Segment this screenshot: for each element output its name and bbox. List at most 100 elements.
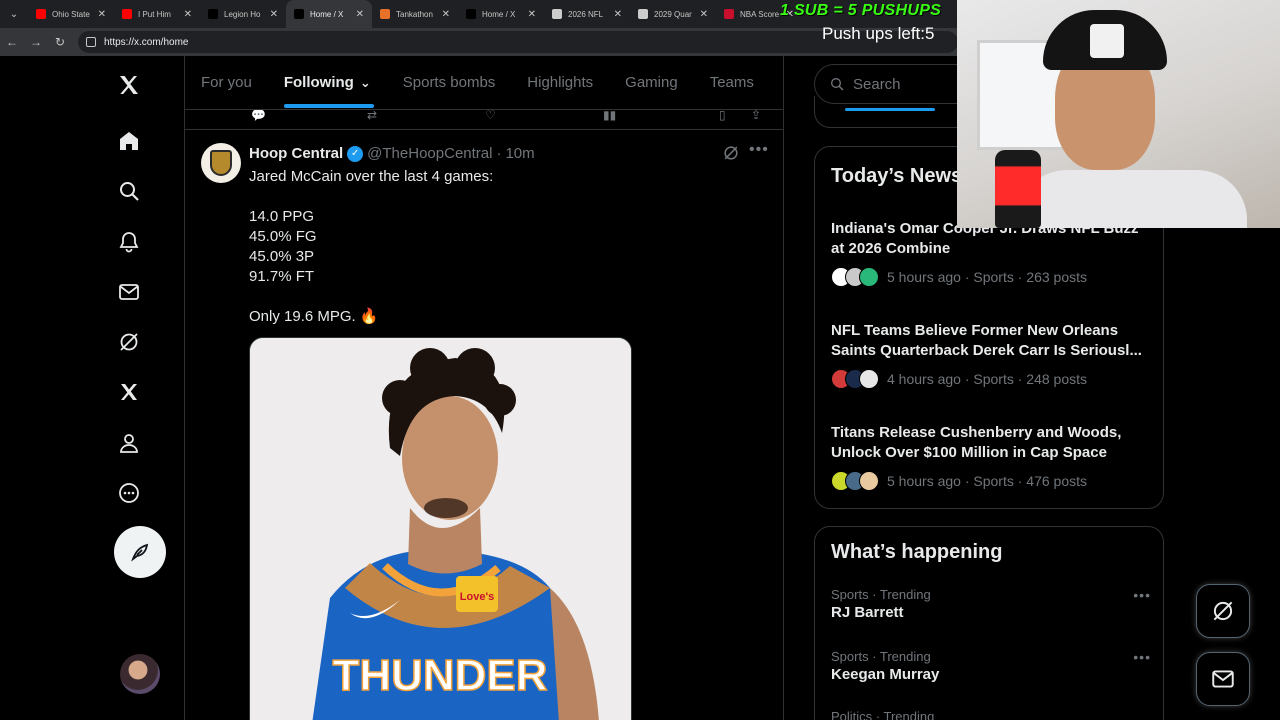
forward-icon[interactable]: →: [24, 35, 48, 49]
post-compose-button[interactable]: [114, 526, 166, 578]
tab-gaming[interactable]: Gaming: [609, 56, 694, 110]
tweet-line: 14.0 PPG: [249, 208, 315, 225]
tab-close-icon[interactable]: ✕: [614, 9, 622, 20]
browser-tab[interactable]: Legion Ho ✕: [200, 0, 286, 28]
notifications-icon[interactable]: [114, 227, 144, 257]
separator-dot: ·: [496, 145, 502, 162]
tab-title: NBA Score: [740, 9, 780, 19]
news-item[interactable]: Titans Release Cushenberry and Woods, Un…: [831, 423, 1151, 491]
tweet-line: Jared McCain over the last 4 games:: [249, 168, 494, 185]
browser-tab[interactable]: Home / X ✕: [458, 0, 544, 28]
post-time[interactable]: 10m: [505, 145, 534, 162]
browser-tab[interactable]: 2026 NFL ✕: [544, 0, 630, 28]
divider: [783, 56, 784, 720]
tab-title: Home / X: [482, 9, 516, 19]
tab-favicon-icon: [380, 9, 390, 19]
reload-icon[interactable]: ↻: [48, 35, 72, 49]
tab-following[interactable]: Following ⌄: [268, 56, 387, 110]
bookmark-icon[interactable]: ▯: [719, 108, 726, 122]
tab-title: 2029 Quar: [654, 9, 692, 19]
profile-icon[interactable]: [114, 428, 144, 458]
tab-close-icon[interactable]: ✕: [528, 9, 536, 20]
avatar: [859, 369, 879, 389]
site-info-icon[interactable]: [86, 37, 96, 47]
tab-close-icon[interactable]: ✕: [356, 9, 364, 20]
main-feed: 💬 ⇄ ♡ ▮▮ ▯ ⇪ For you Following ⌄ Sports …: [185, 56, 783, 720]
whats-happening-card: What’s happening Sports · Trending RJ Ba…: [814, 526, 1164, 720]
tweet-line: [249, 287, 749, 307]
trend-item[interactable]: Sports · Trending Keegan Murray •••: [831, 649, 1151, 683]
card-title: What’s happening: [831, 541, 1003, 563]
browser-tab[interactable]: I Put Him ✕: [114, 0, 200, 28]
tab-favicon-icon: [638, 9, 648, 19]
grok-floating-button[interactable]: [1196, 584, 1250, 638]
browser-tab[interactable]: Tankathon ✕: [372, 0, 458, 28]
reply-icon[interactable]: 💬: [251, 108, 266, 122]
subscribe-button-edge[interactable]: [845, 108, 935, 111]
trend-item[interactable]: Politics · Trending: [831, 709, 1151, 720]
avatar: [859, 267, 879, 287]
tab-highlights[interactable]: Highlights: [511, 56, 609, 110]
news-item[interactable]: NFL Teams Believe Former New Orleans Sai…: [831, 321, 1151, 389]
tweet-line: Only 19.6 MPG. 🔥: [249, 308, 379, 325]
pushup-counter: Push ups left:5: [822, 24, 935, 43]
browser-tab[interactable]: 2029 Quar ✕: [630, 0, 716, 28]
browser-tab[interactable]: Home / X ✕: [286, 0, 372, 28]
jersey-text: THUNDER: [332, 651, 547, 700]
home-icon[interactable]: [114, 126, 144, 156]
author-avatar[interactable]: [201, 143, 241, 183]
share-icon[interactable]: ⇪: [751, 108, 761, 122]
tab-search-icon[interactable]: ⌄: [0, 0, 28, 28]
more-options-icon[interactable]: •••: [1133, 587, 1151, 603]
avatar: [859, 471, 879, 491]
account-avatar[interactable]: [120, 654, 160, 694]
like-icon[interactable]: ♡: [485, 108, 496, 122]
messages-floating-button[interactable]: [1196, 652, 1250, 706]
news-headline: Titans Release Cushenberry and Woods, Un…: [831, 424, 1122, 461]
author-name[interactable]: Hoop Central: [249, 145, 343, 162]
grok-icon[interactable]: [721, 143, 741, 163]
tweet-line: 91.7% FT: [249, 268, 315, 285]
author-handle[interactable]: @TheHoopCentral: [367, 145, 492, 162]
x-logo-icon[interactable]: [114, 70, 144, 100]
player-photo: THUNDER Love's: [250, 338, 631, 720]
news-avatars: [831, 471, 879, 491]
browser-tab[interactable]: Ohio State ✕: [28, 0, 114, 28]
premium-icon[interactable]: [114, 377, 144, 407]
tab-favicon-icon: [724, 9, 734, 19]
tab-title: I Put Him: [138, 9, 171, 19]
webcam-person-body: [1017, 170, 1247, 228]
tab-for-you[interactable]: For you: [185, 56, 268, 110]
tab-favicon-icon: [552, 9, 562, 19]
grok-icon[interactable]: [114, 327, 144, 357]
explore-icon[interactable]: [114, 176, 144, 206]
tab-sports-bombs[interactable]: Sports bombs: [387, 56, 512, 110]
feed-tabs: For you Following ⌄ Sports bombs Highlig…: [185, 56, 783, 110]
left-navigation: [100, 56, 184, 720]
more-icon[interactable]: [114, 478, 144, 508]
search-icon: [831, 78, 844, 91]
messages-icon[interactable]: [114, 277, 144, 307]
more-options-icon[interactable]: •••: [749, 141, 769, 159]
more-options-icon[interactable]: •••: [1133, 649, 1151, 665]
tweet-line: 45.0% FG: [249, 228, 317, 245]
tab-close-icon[interactable]: ✕: [98, 9, 106, 20]
tab-close-icon[interactable]: ✕: [270, 9, 278, 20]
tab-favicon-icon: [208, 9, 218, 19]
microphone: [995, 150, 1041, 228]
tab-favicon-icon: [36, 9, 46, 19]
tab-close-icon[interactable]: ✕: [184, 9, 192, 20]
tab-title: Ohio State: [52, 9, 90, 19]
tab-close-icon[interactable]: ✕: [700, 9, 708, 20]
news-item[interactable]: Indiana's Omar Cooper Jr. Draws NFL Buzz…: [831, 219, 1151, 287]
repost-icon[interactable]: ⇄: [367, 108, 377, 122]
trend-item[interactable]: Sports · Trending RJ Barrett •••: [831, 587, 1151, 621]
tweet-image[interactable]: THUNDER Love's: [249, 337, 632, 720]
trend-category: Politics · Trending: [831, 709, 935, 720]
tweet-text: Jared McCain over the last 4 games: 14.0…: [249, 167, 749, 327]
views-icon[interactable]: ▮▮: [603, 108, 616, 122]
tab-close-icon[interactable]: ✕: [442, 9, 450, 20]
tab-teams[interactable]: Teams: [694, 56, 770, 110]
tab-label: For you: [201, 74, 252, 91]
back-icon[interactable]: ←: [0, 35, 24, 49]
